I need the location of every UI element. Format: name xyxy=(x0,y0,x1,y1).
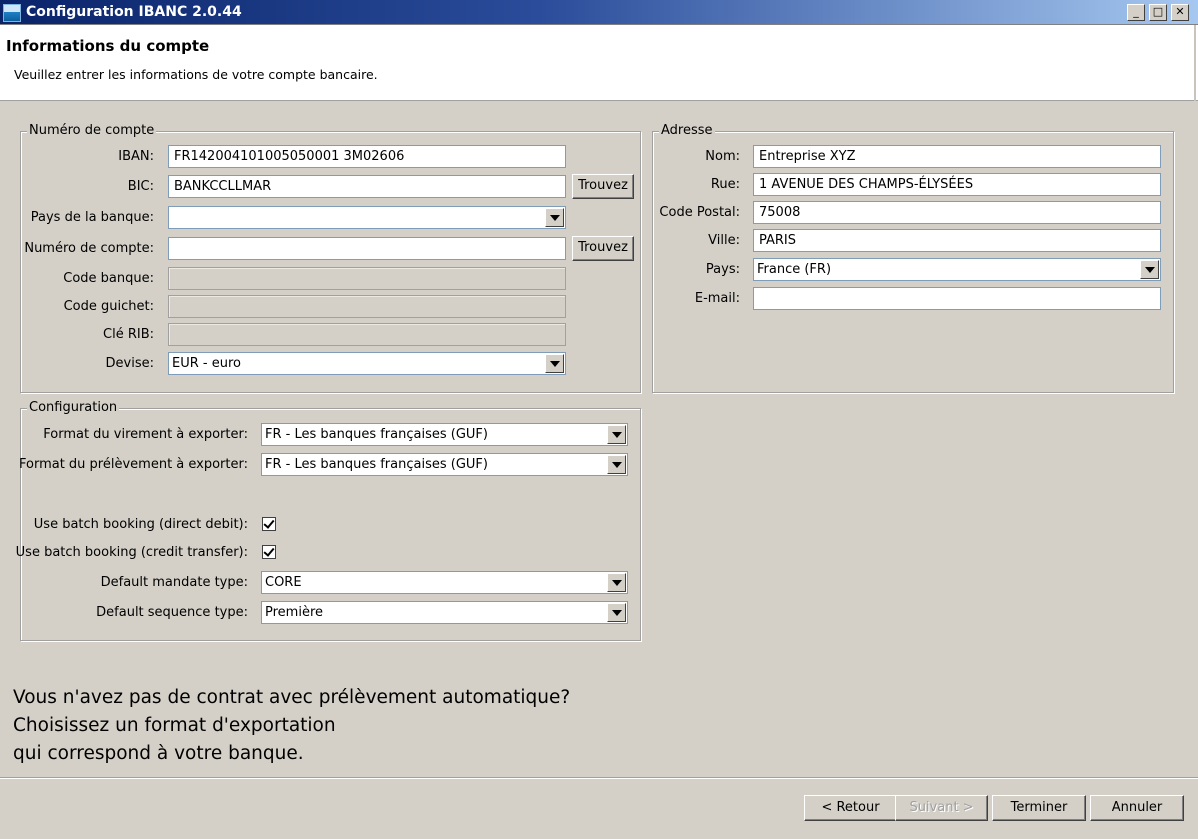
address-group-legend: Adresse xyxy=(659,123,715,138)
account-number-field[interactable] xyxy=(168,237,566,260)
branch-code-field xyxy=(168,295,566,318)
next-button[interactable]: Suivant > xyxy=(895,795,988,821)
chevron-down-icon[interactable] xyxy=(545,354,564,373)
close-button[interactable]: ✕ xyxy=(1171,4,1189,21)
debit-format-value: FR - Les banques françaises (GUF) xyxy=(265,457,488,472)
batch-debit-label: Use batch booking (direct debit): xyxy=(33,517,248,532)
minimize-button[interactable]: _ xyxy=(1127,4,1145,21)
postal-code-label: Code Postal: xyxy=(659,205,740,220)
batch-credit-label: Use batch booking (credit transfer): xyxy=(15,545,248,560)
mandate-type-value: CORE xyxy=(265,575,302,590)
sequence-type-value: Première xyxy=(265,605,323,620)
header-divider xyxy=(1194,25,1196,101)
chevron-down-icon[interactable] xyxy=(607,603,626,622)
finish-button[interactable]: Terminer xyxy=(992,795,1086,821)
email-field[interactable] xyxy=(753,287,1161,310)
country-select[interactable]: France (FR) xyxy=(753,258,1161,281)
info-note-line-1: Vous n'avez pas de contrat avec prélèvem… xyxy=(13,687,571,708)
wizard-header: Informations du compte Veuillez entrer l… xyxy=(0,25,1198,101)
city-field[interactable]: PARIS xyxy=(753,229,1161,252)
account-number-label: Numéro de compte: xyxy=(24,241,154,256)
info-note-line-2: Choisissez un format d'exportation xyxy=(13,715,336,736)
iban-field[interactable]: FR142004101005050001 3M02606 xyxy=(168,145,566,168)
info-note-line-3: qui correspond à votre banque. xyxy=(13,743,304,764)
email-label: E-mail: xyxy=(694,291,740,306)
name-label: Nom: xyxy=(705,149,740,164)
configuration-group-legend: Configuration xyxy=(27,400,120,415)
rib-key-label: Clé RIB: xyxy=(103,327,154,342)
transfer-format-label: Format du virement à exporter: xyxy=(43,427,248,442)
chevron-down-icon[interactable] xyxy=(607,425,626,444)
cancel-button[interactable]: Annuler xyxy=(1090,795,1184,821)
transfer-format-value: FR - Les banques françaises (GUF) xyxy=(265,427,488,442)
bank-code-field xyxy=(168,267,566,290)
find-bic-button[interactable]: Trouvez xyxy=(572,174,634,199)
bank-country-label: Pays de la banque: xyxy=(30,210,154,225)
footer-separator xyxy=(0,777,1198,779)
branch-code-label: Code guichet: xyxy=(63,299,154,314)
maximize-button[interactable]: □ xyxy=(1149,4,1167,21)
account-group-legend: Numéro de compte xyxy=(27,123,157,138)
city-label: Ville: xyxy=(708,233,740,248)
postal-code-field[interactable]: 75008 xyxy=(753,201,1161,224)
transfer-format-select[interactable]: FR - Les banques françaises (GUF) xyxy=(261,423,628,446)
bank-country-select[interactable] xyxy=(168,206,566,229)
country-value: France (FR) xyxy=(757,262,832,277)
country-label: Pays: xyxy=(705,262,740,277)
sequence-type-label: Default sequence type: xyxy=(96,605,248,620)
chevron-down-icon[interactable] xyxy=(607,455,626,474)
debit-format-select[interactable]: FR - Les banques françaises (GUF) xyxy=(261,453,628,476)
page-subtitle: Veuillez entrer les informations de votr… xyxy=(14,67,378,82)
mandate-type-label: Default mandate type: xyxy=(100,575,248,590)
name-field[interactable]: Entreprise XYZ xyxy=(753,145,1161,168)
back-button[interactable]: < Retour xyxy=(804,795,897,821)
currency-select[interactable]: EUR - euro xyxy=(168,352,566,375)
bic-label: BIC: xyxy=(127,179,154,194)
debit-format-label: Format du prélèvement à exporter: xyxy=(18,457,248,472)
rib-key-field xyxy=(168,323,566,346)
street-label: Rue: xyxy=(710,177,740,192)
bank-code-label: Code banque: xyxy=(63,271,154,286)
chevron-down-icon[interactable] xyxy=(1140,260,1159,279)
chevron-down-icon[interactable] xyxy=(545,208,564,227)
batch-credit-checkbox[interactable] xyxy=(262,545,276,559)
page-title: Informations du compte xyxy=(6,37,210,55)
currency-value: EUR - euro xyxy=(172,356,241,371)
chevron-down-icon[interactable] xyxy=(607,573,626,592)
currency-label: Devise: xyxy=(105,356,154,371)
iban-label: IBAN: xyxy=(118,149,154,164)
app-icon xyxy=(3,4,21,22)
sequence-type-select[interactable]: Première xyxy=(261,601,628,624)
street-field[interactable]: 1 AVENUE DES CHAMPS-ÉLYSÉES xyxy=(753,173,1161,196)
batch-debit-checkbox[interactable] xyxy=(262,517,276,531)
mandate-type-select[interactable]: CORE xyxy=(261,571,628,594)
bic-field[interactable]: BANKCCLLMAR xyxy=(168,175,566,198)
find-account-button[interactable]: Trouvez xyxy=(572,236,634,261)
info-note: Vous n'avez pas de contrat avec prélèvem… xyxy=(13,684,570,768)
window-title: Configuration IBANC 2.0.44 xyxy=(26,4,242,20)
title-bar[interactable]: Configuration IBANC 2.0.44 _ □ ✕ xyxy=(0,0,1198,25)
